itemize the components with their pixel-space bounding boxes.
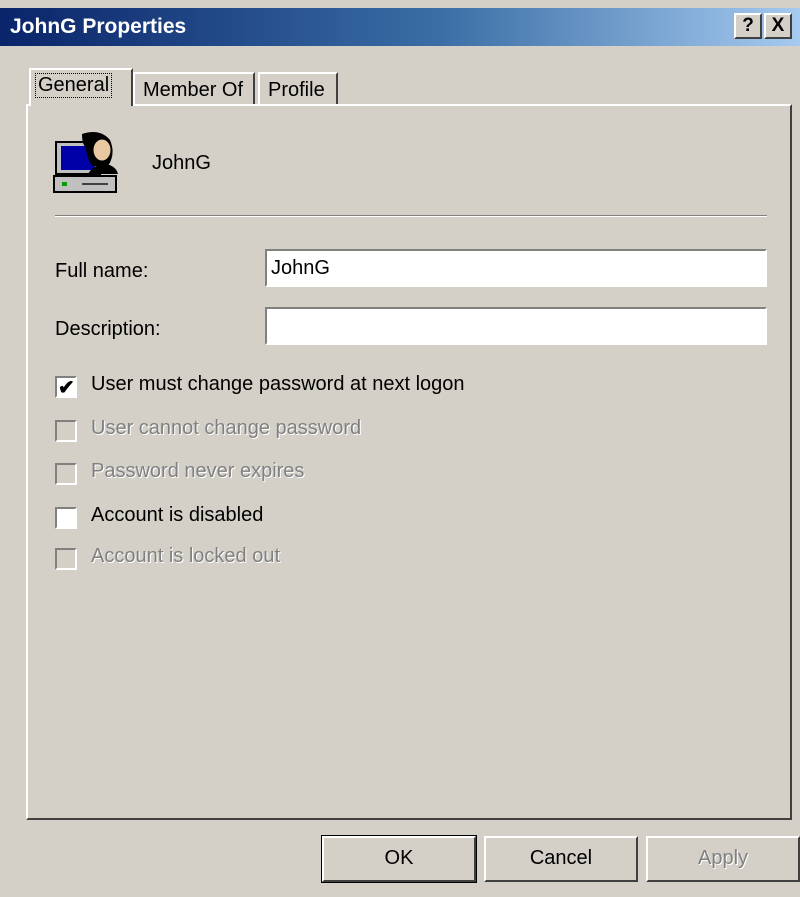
- full-name-label: Full name:: [55, 260, 149, 282]
- description-field[interactable]: [265, 307, 767, 345]
- checkbox-label: Password never expires: [91, 460, 305, 482]
- ok-button[interactable]: OK: [321, 835, 477, 883]
- checkbox-label: Account is locked out: [91, 545, 280, 567]
- cancel-button[interactable]: Cancel: [484, 836, 638, 882]
- close-icon[interactable]: X: [764, 13, 792, 39]
- user-computer-icon: [53, 132, 118, 193]
- checkbox[interactable]: ✔: [55, 376, 77, 399]
- tab-profile[interactable]: Profile: [258, 72, 338, 106]
- checkbox[interactable]: [55, 548, 77, 570]
- checkbox-label: Account is disabled: [91, 504, 264, 526]
- checkbox-label: User cannot change password: [91, 417, 362, 439]
- checkbox[interactable]: [55, 507, 77, 529]
- checkbox-label: User must change password at next logon: [91, 373, 465, 395]
- tab-general-label: General: [35, 73, 113, 98]
- tab-member-of-label: Member Of: [143, 79, 244, 101]
- full-name-field[interactable]: [265, 249, 767, 287]
- tab-member-of[interactable]: Member Of: [133, 72, 255, 106]
- window-title: JohnG Properties: [10, 15, 187, 38]
- checkbox[interactable]: [55, 420, 77, 442]
- description-label: Description:: [55, 318, 161, 340]
- tab-general[interactable]: General: [29, 68, 133, 106]
- apply-button[interactable]: Apply: [646, 836, 800, 882]
- help-icon[interactable]: ?: [734, 13, 762, 39]
- title-bar[interactable]: JohnG Properties ? X: [0, 8, 800, 46]
- checkbox[interactable]: [55, 463, 77, 485]
- user-name: JohnG: [152, 152, 211, 174]
- check-icon: ✔: [58, 377, 75, 399]
- tab-profile-label: Profile: [268, 79, 325, 101]
- separator: [55, 215, 767, 217]
- properties-dialog: JohnG Properties ? X General Member Of P…: [0, 0, 800, 897]
